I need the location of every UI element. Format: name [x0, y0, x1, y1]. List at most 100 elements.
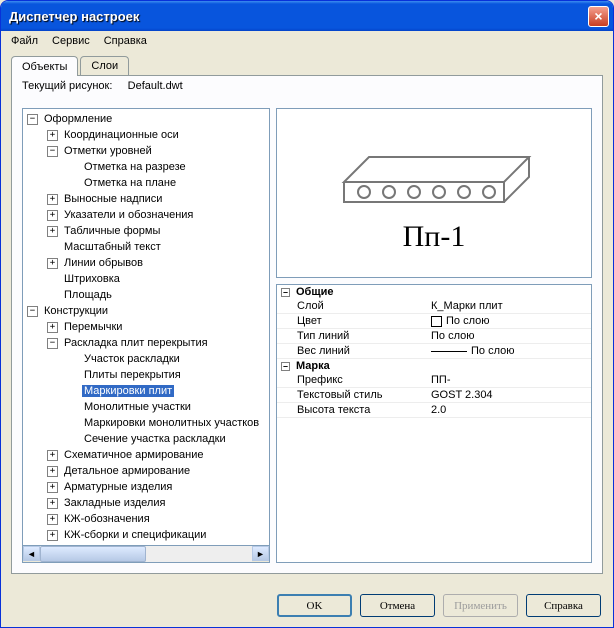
prop-row-tstyle[interactable]: Текстовый стильGOST 2.304: [277, 388, 591, 403]
expand-icon[interactable]: +: [47, 322, 58, 333]
collapse-icon[interactable]: −: [281, 362, 290, 371]
tree-node[interactable]: Раскладка плит перекрытия: [62, 337, 210, 349]
apply-button[interactable]: Применить: [443, 594, 518, 617]
horizontal-scrollbar[interactable]: ◄ ►: [22, 546, 270, 563]
collapse-icon[interactable]: −: [281, 288, 290, 297]
tree-node[interactable]: Площадь: [62, 289, 114, 301]
tree-node[interactable]: Перемычки: [62, 321, 124, 333]
prop-row-ltype[interactable]: Тип линийПо слою: [277, 329, 591, 344]
tree[interactable]: −Оформление +Координационные оси −Отметк…: [22, 108, 270, 546]
expand-icon[interactable]: +: [47, 466, 58, 477]
titlebar[interactable]: Диспетчер настроек ×: [1, 1, 613, 31]
tree-node[interactable]: Масштабный текст: [62, 241, 163, 253]
tree-node[interactable]: Табличные формы: [62, 225, 162, 237]
expand-icon[interactable]: −: [47, 338, 58, 349]
property-grid[interactable]: −Общие СлойК_Марки плит ЦветПо слою Тип …: [276, 284, 592, 563]
menu-help[interactable]: Справка: [98, 33, 153, 49]
tree-node[interactable]: КЖ-обозначения: [62, 513, 152, 525]
tree-node[interactable]: Участок раскладки: [82, 353, 182, 365]
tree-node[interactable]: Закладные изделия: [62, 497, 167, 509]
prop-row-prefix[interactable]: ПрефиксПП-: [277, 373, 591, 388]
prop-value[interactable]: 2.0: [427, 403, 591, 417]
tree-node[interactable]: Указатели и обозначения: [62, 209, 195, 221]
expand-icon[interactable]: +: [47, 450, 58, 461]
prop-value[interactable]: По слою: [427, 314, 591, 328]
tree-panel: −Оформление +Координационные оси −Отметк…: [22, 94, 270, 563]
prop-name: Слой: [277, 299, 427, 313]
expand-icon[interactable]: +: [47, 194, 58, 205]
tree-node[interactable]: Плиты перекрытия: [82, 369, 183, 381]
tree-node[interactable]: КЖ-сборки и спецификации: [62, 529, 208, 541]
prop-group-common[interactable]: −Общие: [277, 285, 591, 299]
tree-node-konstr[interactable]: Конструкции: [42, 305, 110, 317]
expand-icon[interactable]: +: [47, 226, 58, 237]
tree-node[interactable]: Штриховка: [62, 273, 122, 285]
tree-node-oformlenie[interactable]: Оформление: [42, 113, 114, 125]
expand-icon[interactable]: +: [47, 130, 58, 141]
ok-button[interactable]: OK: [277, 594, 352, 617]
prop-row-theight[interactable]: Высота текста2.0: [277, 403, 591, 418]
expand-icon[interactable]: +: [47, 530, 58, 541]
tree-node[interactable]: Выносные надписи: [62, 193, 164, 205]
tree-node[interactable]: Отметка на плане: [82, 177, 178, 189]
tree-spacer: [47, 242, 58, 253]
prop-value[interactable]: GOST 2.304: [427, 388, 591, 402]
prop-name: Текстовый стиль: [277, 388, 427, 402]
tree-node[interactable]: Арматурные изделия: [62, 481, 174, 493]
prop-value[interactable]: ПП-: [427, 373, 591, 387]
color-swatch-icon: [431, 316, 442, 327]
tree-node[interactable]: Линии обрывов: [62, 257, 145, 269]
scroll-thumb[interactable]: [40, 546, 146, 562]
expand-icon[interactable]: +: [47, 498, 58, 509]
tabs: Объекты Слои: [11, 55, 603, 75]
prop-name: Тип линий: [277, 329, 427, 343]
tree-node[interactable]: Сечение участка раскладки: [82, 433, 228, 445]
tree-spacer: [47, 290, 58, 301]
tree-spacer: [67, 402, 78, 413]
scroll-right-icon[interactable]: ►: [252, 546, 269, 561]
prop-name: Префикс: [277, 373, 427, 387]
prop-value[interactable]: По слою: [427, 344, 591, 358]
tree-node[interactable]: Детальное армирование: [62, 465, 192, 477]
prop-group-label: Общие: [296, 286, 334, 298]
tree-node[interactable]: Отметка на разрезе: [82, 161, 188, 173]
prop-name: Высота текста: [277, 403, 427, 417]
expand-icon[interactable]: +: [47, 258, 58, 269]
tree-node[interactable]: Координационные оси: [62, 129, 181, 141]
tree-node-selected[interactable]: Маркировки плит: [82, 385, 174, 397]
prop-group-mark[interactable]: −Марка: [277, 359, 591, 373]
close-icon[interactable]: ×: [588, 6, 609, 27]
tree-node[interactable]: Схематичное армирование: [62, 449, 206, 461]
cancel-button[interactable]: Отмена: [360, 594, 435, 617]
tree-node[interactable]: Маркировки монолитных участков: [82, 417, 261, 429]
slab-icon: [334, 132, 534, 212]
prop-row-color[interactable]: ЦветПо слою: [277, 314, 591, 329]
prop-row-lweight[interactable]: Вес линийПо слою: [277, 344, 591, 359]
tree-spacer: [67, 162, 78, 173]
tree-node[interactable]: Отметки уровней: [62, 145, 154, 157]
expand-icon[interactable]: −: [27, 114, 38, 125]
window-title: Диспетчер настроек: [9, 9, 588, 24]
tab-objects[interactable]: Объекты: [11, 56, 78, 76]
preview-pane: Пп-1: [276, 108, 592, 278]
settings-dialog: Диспетчер настроек × Файл Сервис Справка…: [0, 0, 614, 628]
help-button[interactable]: Справка: [526, 594, 601, 617]
current-drawing-label: Текущий рисунок:: [22, 80, 112, 92]
tree-node[interactable]: Монолитные участки: [82, 401, 193, 413]
tab-layers[interactable]: Слои: [80, 56, 129, 76]
prop-value[interactable]: К_Марки плит: [427, 299, 591, 313]
tree-spacer: [67, 418, 78, 429]
expand-icon[interactable]: +: [47, 482, 58, 493]
tree-spacer: [67, 434, 78, 445]
menu-service[interactable]: Сервис: [46, 33, 96, 49]
prop-row-layer[interactable]: СлойК_Марки плит: [277, 299, 591, 314]
expand-icon[interactable]: +: [47, 514, 58, 525]
scroll-left-icon[interactable]: ◄: [23, 546, 40, 561]
expand-icon[interactable]: −: [47, 146, 58, 157]
expand-icon[interactable]: −: [27, 306, 38, 317]
scroll-track[interactable]: [40, 546, 252, 562]
prop-value[interactable]: По слою: [427, 329, 591, 343]
expand-icon[interactable]: +: [47, 210, 58, 221]
tree-spacer: [67, 178, 78, 189]
menu-file[interactable]: Файл: [5, 33, 44, 49]
